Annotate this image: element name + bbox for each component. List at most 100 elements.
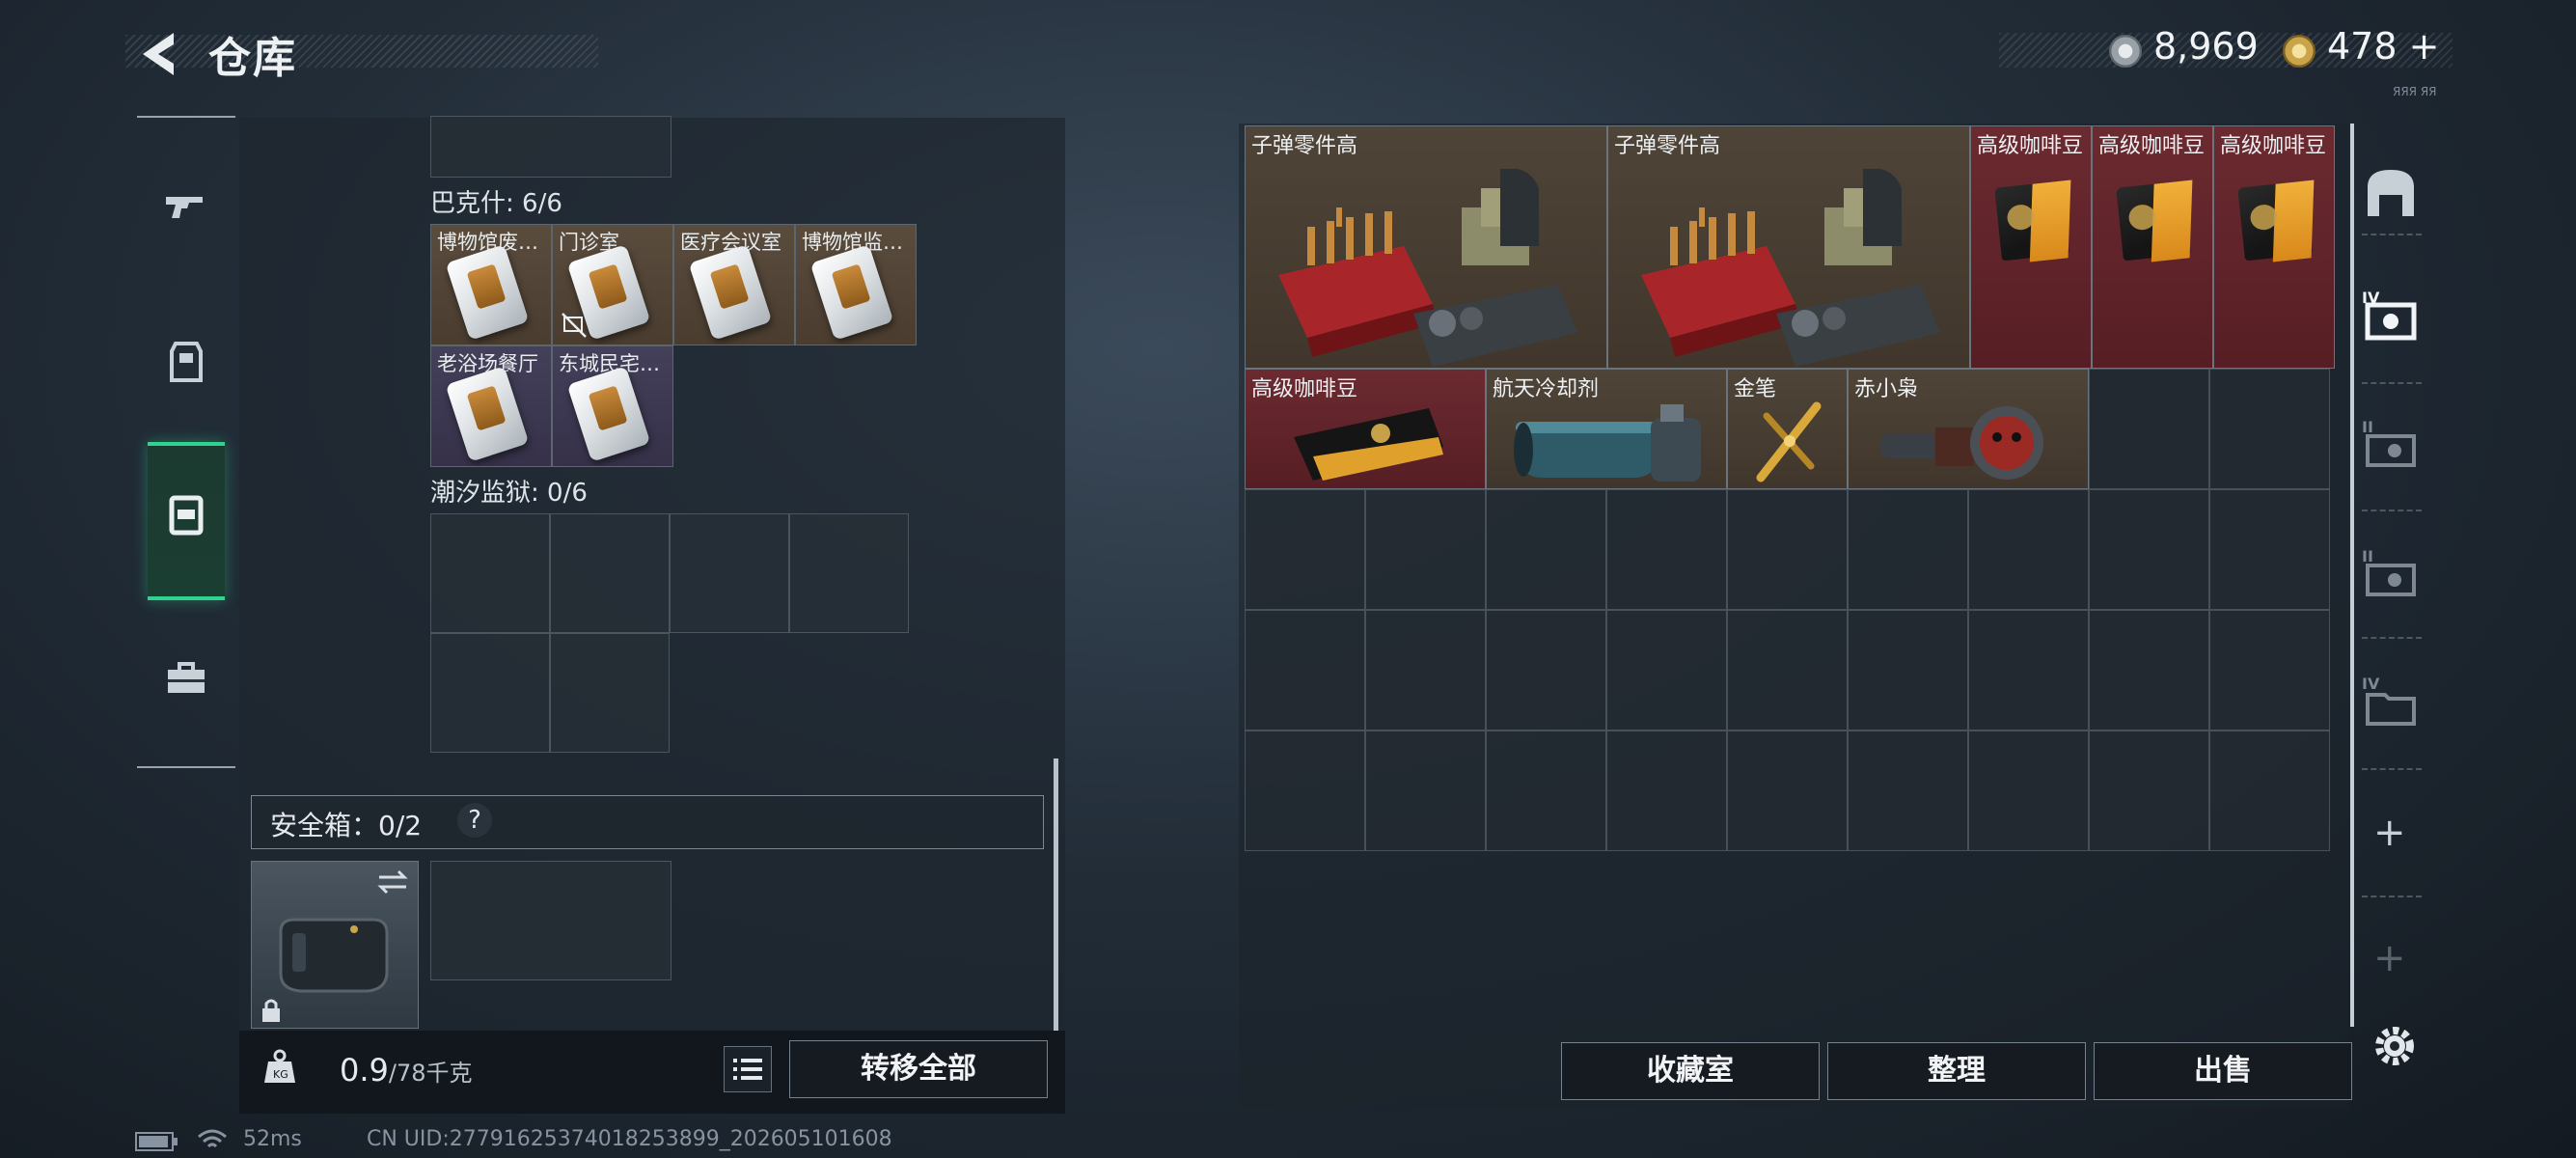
- warehouse-slot[interactable]: [1606, 489, 1727, 610]
- warehouse-tab-iv-folder-icon[interactable]: IV: [2360, 672, 2422, 733]
- organize-button[interactable]: 整理: [1827, 1042, 2086, 1100]
- item-name: 高级咖啡豆: [2220, 134, 2327, 158]
- tab-separator: [2362, 637, 2422, 639]
- warehouse-slot[interactable]: [1968, 610, 2089, 731]
- ping-readout: 52ms: [243, 1127, 302, 1151]
- warehouse-slot[interactable]: [1727, 610, 1848, 731]
- owlet-figure-icon: [1881, 406, 2043, 480]
- armor-tab-icon[interactable]: [160, 336, 212, 388]
- item-name: 高级咖啡豆: [1977, 134, 2084, 158]
- warehouse-slot[interactable]: [1968, 731, 2089, 851]
- warehouse-tab-ii-icon[interactable]: II: [2360, 415, 2422, 477]
- coffee-bag-icon: [1294, 408, 1443, 481]
- inventory-slot[interactable]: [430, 116, 671, 178]
- warehouse-slot[interactable]: [1848, 731, 1968, 851]
- keycard-slot[interactable]: [550, 513, 670, 633]
- settings-gear-icon[interactable]: [2370, 1021, 2420, 1071]
- backpack-tab-icon[interactable]: [160, 488, 212, 540]
- safe-box-slot[interactable]: [430, 861, 671, 980]
- warehouse-slot[interactable]: [1606, 610, 1727, 731]
- warehouse-slot[interactable]: [1486, 731, 1606, 851]
- keycard-slot[interactable]: [430, 513, 550, 633]
- coolant-canister-icon: [1514, 404, 1701, 482]
- safe-box-label: 安全箱：0/2: [270, 810, 423, 841]
- warehouse-slot[interactable]: [1365, 610, 1486, 731]
- safe-room-icon[interactable]: [2360, 162, 2422, 224]
- coffee-beans-item[interactable]: 高级咖啡豆: [2092, 125, 2213, 369]
- coffee-beans-item[interactable]: 高级咖啡豆: [1245, 369, 1486, 489]
- list-view-button[interactable]: [724, 1046, 772, 1092]
- keycard-item[interactable]: 东城民宅…: [552, 345, 673, 467]
- coffee-beans-item[interactable]: 高级咖啡豆: [1970, 125, 2092, 369]
- warehouse-tab-ii-b-icon[interactable]: II: [2360, 544, 2422, 606]
- gold-coin-icon: [2283, 35, 2316, 68]
- tide-prison-section-label: 潮汐监狱: 0/6: [430, 479, 588, 508]
- gold-add-button[interactable]: +: [2409, 25, 2440, 68]
- keycard-item[interactable]: 医疗会议室: [673, 224, 795, 345]
- warehouse-slot[interactable]: [1486, 610, 1606, 731]
- tab-separator: [2362, 382, 2422, 384]
- warehouse-slot[interactable]: [2209, 489, 2330, 610]
- help-icon[interactable]: ?: [457, 803, 492, 838]
- ammo-parts-crate-icon: [1278, 169, 1577, 367]
- warehouse-slot[interactable]: [2089, 731, 2209, 851]
- warehouse-slot[interactable]: [1606, 731, 1727, 851]
- keycard-icon: [688, 244, 773, 341]
- sell-button[interactable]: 出售: [2094, 1042, 2352, 1100]
- keycard-item[interactable]: 博物馆监…: [795, 224, 917, 345]
- transfer-all-button[interactable]: 转移全部: [789, 1040, 1048, 1098]
- red-owlet-item[interactable]: 赤小枭: [1848, 369, 2089, 489]
- golden-pen-item[interactable]: 金笔: [1727, 369, 1848, 489]
- warehouse-scrollbar[interactable]: [2350, 124, 2354, 1027]
- warehouse-slot[interactable]: [2089, 610, 2209, 731]
- keycard-slot[interactable]: [789, 513, 909, 633]
- warehouse-slot[interactable]: [1486, 489, 1606, 610]
- battery-icon: [135, 1132, 178, 1151]
- keycard-item[interactable]: 门诊室: [552, 224, 673, 345]
- swap-icon[interactable]: [375, 868, 410, 896]
- keycard-slot[interactable]: [430, 633, 550, 753]
- coffee-beans-item[interactable]: 高级咖啡豆: [2213, 125, 2335, 369]
- warehouse-slot[interactable]: [1245, 610, 1365, 731]
- unavailable-icon: [562, 313, 587, 338]
- keycard-item[interactable]: 博物馆废…: [430, 224, 552, 345]
- warehouse-slot[interactable]: [1848, 610, 1968, 731]
- weapon-tab-icon[interactable]: [160, 179, 212, 232]
- warehouse-slot[interactable]: [2209, 731, 2330, 851]
- add-warehouse-tab-icon[interactable]: +: [2373, 936, 2406, 980]
- warehouse-slot[interactable]: [1365, 489, 1486, 610]
- add-warehouse-tab-icon[interactable]: +: [2373, 811, 2406, 855]
- backpack-scrollbar[interactable]: [1054, 758, 1058, 1031]
- warehouse-tab-iv-icon[interactable]: IV: [2360, 286, 2422, 347]
- coffee-bag-icon: [2237, 180, 2313, 262]
- collection-room-button[interactable]: 收藏室: [1561, 1042, 1820, 1100]
- aerospace-coolant-item[interactable]: 航天冷却剂: [1486, 369, 1727, 489]
- warehouse-slot[interactable]: [2089, 489, 2209, 610]
- back-arrow-icon[interactable]: [135, 27, 181, 81]
- currency-tiny-label: ЯЯЯ ЯЯ: [2393, 85, 2437, 98]
- keycard-item[interactable]: 老浴场餐厅: [430, 345, 552, 467]
- tab-separator: [2362, 896, 2422, 897]
- ammo-parts-item[interactable]: 子弹零件高: [1245, 125, 1607, 369]
- uid-readout: CN UID:27791625374018253899_202605101608: [367, 1127, 892, 1151]
- safe-box-item[interactable]: [251, 861, 419, 1029]
- ammo-parts-item[interactable]: 子弹零件高: [1607, 125, 1970, 369]
- warehouse-slot[interactable]: [2209, 369, 2330, 489]
- ammo-parts-crate-icon: [1641, 169, 1940, 367]
- warehouse-slot[interactable]: [1245, 731, 1365, 851]
- item-name: 子弹零件高: [1614, 134, 1721, 158]
- warehouse-slot[interactable]: [1848, 489, 1968, 610]
- silver-coin-icon: [2109, 35, 2142, 68]
- keycard-slot[interactable]: [670, 513, 789, 633]
- keycard-slot[interactable]: [550, 633, 670, 753]
- keycard-icon: [809, 244, 894, 341]
- toolbox-tab-icon[interactable]: [160, 652, 212, 704]
- warehouse-slot[interactable]: [2089, 369, 2209, 489]
- warehouse-slot[interactable]: [1968, 489, 2089, 610]
- warehouse-slot[interactable]: [1245, 489, 1365, 610]
- safe-case-icon: [279, 918, 389, 993]
- warehouse-slot[interactable]: [1727, 489, 1848, 610]
- warehouse-slot[interactable]: [1365, 731, 1486, 851]
- warehouse-slot[interactable]: [2209, 610, 2330, 731]
- warehouse-slot[interactable]: [1727, 731, 1848, 851]
